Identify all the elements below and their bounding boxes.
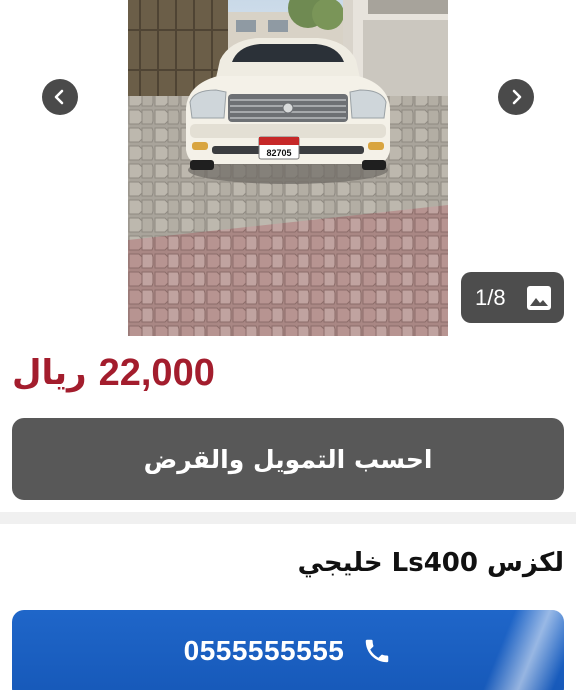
image-counter[interactable]: 1/8 [461,272,564,323]
chevron-right-icon [512,89,522,105]
price: ريال 22,000 [12,350,215,396]
finance-calculator-label: احسب التمويل والقرض [143,444,433,474]
image-icon [527,285,551,310]
license-plate-text: 82705 [266,148,291,158]
image-gallery: 82705 1/8 [0,0,576,336]
finance-calculator-button[interactable]: احسب التمويل والقرض [12,418,564,500]
next-image-button[interactable] [498,79,534,115]
price-currency: ريال [12,353,87,393]
price-value: 22,000 [98,351,215,394]
call-button[interactable]: 0555555555 [12,610,564,690]
listing-title: لكزس Ls400 خليجي [297,548,564,578]
car-photo[interactable]: 82705 [128,0,448,336]
car-photo-image: 82705 [128,0,448,336]
previous-image-button[interactable] [42,79,78,115]
chevron-left-icon [54,89,64,105]
phone-number: 0555555555 [183,635,345,666]
section-divider [0,512,576,524]
phone-icon [366,639,389,663]
listing-page: 82705 1/8 ريال 22,000 احسب التمويل والقر… [0,0,576,690]
image-counter-text: 1/8 [475,284,506,310]
